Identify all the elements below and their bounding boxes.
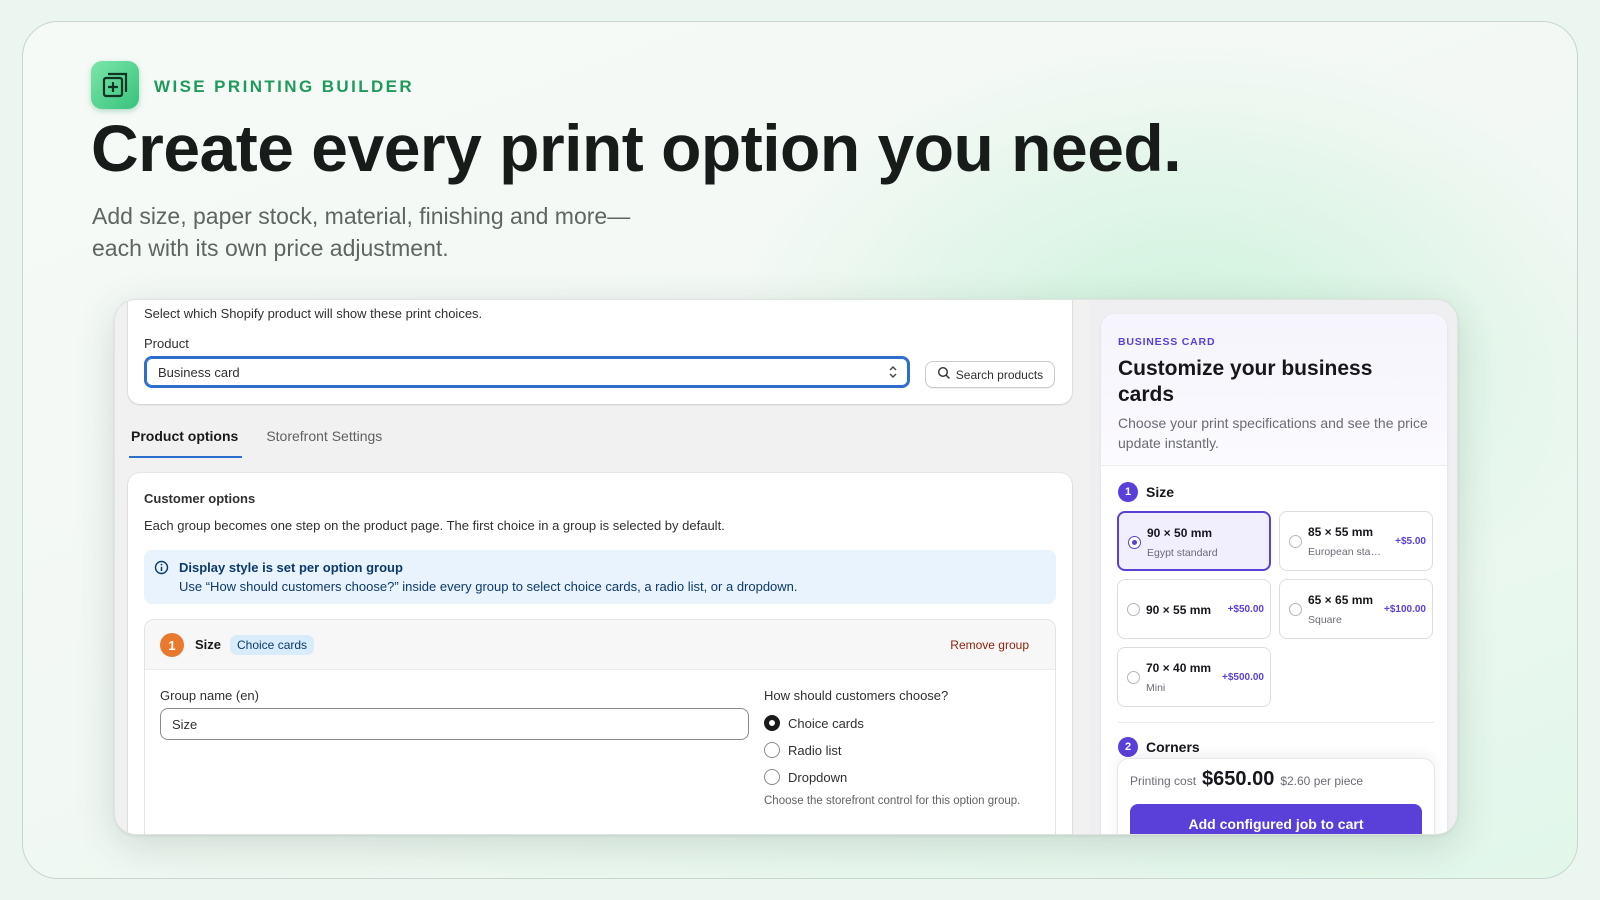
admin-panel: Select which Shopify product will show t… xyxy=(115,300,1089,834)
step-number: 1 xyxy=(1118,482,1138,502)
subheadline: Add size, paper stock, material, finishi… xyxy=(92,200,732,264)
radio-label: Dropdown xyxy=(788,769,848,785)
option-name: 90 × 55 mm xyxy=(1146,603,1212,617)
size-option-70x40[interactable]: 70 × 40 mm Mini +$500.00 xyxy=(1117,647,1271,707)
radio-dropdown[interactable]: Dropdown xyxy=(764,769,847,785)
option-name: 85 × 55 mm xyxy=(1308,525,1374,539)
add-to-cart-button[interactable]: Add configured job to cart xyxy=(1130,804,1422,834)
step-size: 1 Size xyxy=(1118,482,1174,502)
tab-storefront-settings[interactable]: Storefront Settings xyxy=(264,418,384,458)
radio-label: Choice cards xyxy=(788,715,864,731)
info-banner: Display style is set per option group Us… xyxy=(144,550,1056,604)
printing-cost-row: Printing cost $650.00 $2.60 per piece xyxy=(1130,768,1363,791)
group-name-input[interactable]: Size xyxy=(160,708,749,740)
option-price: +$500.00 xyxy=(1222,672,1264,683)
choose-style-help: Choose the storefront control for this o… xyxy=(764,795,1021,807)
product-description: Select which Shopify product will show t… xyxy=(144,306,483,321)
radio-selected-icon xyxy=(1128,536,1141,549)
size-option-85x55[interactable]: 85 × 55 mm European standard +$5.00 xyxy=(1279,511,1433,571)
display-style-chip: Choice cards xyxy=(230,635,315,655)
option-name: 90 × 50 mm xyxy=(1147,526,1213,540)
option-name: 65 × 65 mm xyxy=(1308,593,1374,607)
option-name: 70 × 40 mm xyxy=(1146,661,1212,675)
option-group: 1 Size Choice cards Remove group Group n… xyxy=(144,619,1056,834)
product-select[interactable]: Business card xyxy=(144,356,910,388)
group-name: Size xyxy=(195,637,222,652)
size-option-90x55[interactable]: 90 × 55 mm +$50.00 xyxy=(1117,579,1271,639)
customer-options-description: Each group becomes one step on the produ… xyxy=(144,518,725,533)
radio-selected-icon xyxy=(764,715,780,731)
search-icon xyxy=(937,366,951,383)
banner-text: Use “How should customers choose?” insid… xyxy=(179,579,798,594)
customer-options-title: Customer options xyxy=(144,491,256,506)
step-label: Size xyxy=(1146,484,1175,500)
subline-1: Add size, paper stock, material, finishi… xyxy=(92,203,631,229)
preview-card: BUSINESS CARD Customize your business ca… xyxy=(1101,314,1447,834)
chevron-updown-icon xyxy=(887,364,899,383)
search-products-button[interactable]: Search products xyxy=(925,361,1055,388)
customer-options-card: Customer options Each group becomes one … xyxy=(128,473,1072,834)
storefront-preview: BUSINESS CARD Customize your business ca… xyxy=(1089,300,1457,834)
radio-empty-icon xyxy=(1127,671,1140,684)
preview-header: BUSINESS CARD Customize your business ca… xyxy=(1101,314,1447,466)
brand-name: WISE PRINTING BUILDER xyxy=(154,77,415,96)
product-card: Select which Shopify product will show t… xyxy=(128,300,1072,404)
tab-bar: Product options Storefront Settings xyxy=(129,418,408,458)
step-number: 2 xyxy=(1118,737,1138,757)
plus-square-logo-icon xyxy=(91,61,139,109)
app-screenshot: Select which Shopify product will show t… xyxy=(114,299,1458,835)
product-select-value: Business card xyxy=(158,364,240,380)
cart-summary: Printing cost $650.00 $2.60 per piece Ad… xyxy=(1117,758,1435,834)
printing-cost-label: Printing cost xyxy=(1130,774,1197,788)
option-subtitle: Egypt standard xyxy=(1147,547,1218,559)
radio-empty-icon xyxy=(1127,603,1140,616)
radio-empty-icon xyxy=(1289,603,1302,616)
option-subtitle: European standard xyxy=(1308,546,1386,558)
radio-choice-cards[interactable]: Choice cards xyxy=(764,715,864,731)
info-icon xyxy=(154,560,169,580)
size-option-65x65[interactable]: 65 × 65 mm Square +$100.00 xyxy=(1279,579,1433,639)
step-corners: 2 Corners xyxy=(1118,737,1200,757)
radio-empty-icon xyxy=(764,742,780,758)
hero-frame: WISE PRINTING BUILDER Create every print… xyxy=(22,21,1578,879)
option-subtitle: Mini xyxy=(1146,682,1166,694)
radio-radio-list[interactable]: Radio list xyxy=(764,742,841,758)
group-number-badge: 1 xyxy=(160,633,184,657)
group-name-label: Group name (en) xyxy=(160,688,259,703)
radio-empty-icon xyxy=(764,769,780,785)
radio-empty-icon xyxy=(1289,535,1302,548)
price-per-piece: $2.60 per piece xyxy=(1280,774,1364,788)
tab-product-options[interactable]: Product options xyxy=(129,418,243,458)
option-price: +$5.00 xyxy=(1395,536,1426,547)
preview-eyebrow: BUSINESS CARD xyxy=(1118,336,1216,348)
banner-title: Display style is set per option group xyxy=(179,560,403,575)
product-label: Product xyxy=(144,336,189,351)
choose-style-label: How should customers choose? xyxy=(764,688,949,703)
search-products-label: Search products xyxy=(955,367,1044,382)
step-label: Corners xyxy=(1146,739,1200,755)
option-subtitle: Square xyxy=(1308,614,1342,626)
radio-label: Radio list xyxy=(788,742,842,758)
subline-2: each with its own price adjustment. xyxy=(92,235,449,261)
size-option-90x50[interactable]: 90 × 50 mm Egypt standard xyxy=(1117,511,1271,571)
remove-group-button[interactable]: Remove group xyxy=(950,638,1029,652)
headline: Create every print option you need. xyxy=(91,111,1182,185)
preview-title: Customize your business cards xyxy=(1118,357,1373,406)
option-group-header[interactable]: 1 Size Choice cards Remove group xyxy=(145,620,1055,670)
printing-cost-value: $650.00 xyxy=(1202,768,1275,790)
option-price: +$100.00 xyxy=(1384,604,1426,615)
option-price: +$50.00 xyxy=(1227,604,1264,615)
preview-subtitle: Choose your print specifications and see… xyxy=(1118,415,1428,451)
step-divider xyxy=(1118,722,1434,723)
